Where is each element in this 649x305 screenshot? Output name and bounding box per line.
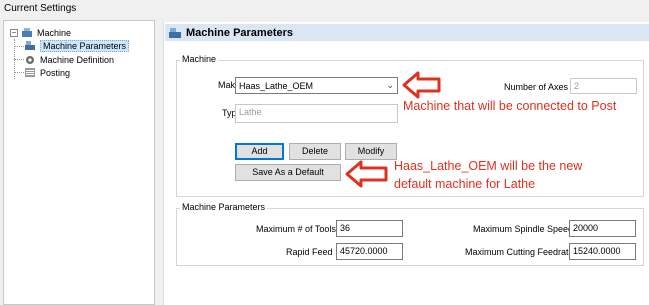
type-field[interactable]: Lathe [235,104,398,123]
annotation-default-note-line2: default machine for Lathe [394,177,536,191]
panel-header: Machine Parameters [165,24,649,41]
tree-item-label: Machine Parameters [40,39,130,52]
chevron-down-icon[interactable]: ⌄ [386,80,394,91]
collapse-icon[interactable]: − [10,28,18,37]
make-value: Haas_Lathe_OEM [239,80,314,91]
settings-tree: − Machine Machine Parameters Machine Def… [3,20,155,305]
tree-item-machine-parameters[interactable]: Machine Parameters [24,39,130,52]
make-select[interactable]: Haas_Lathe_OEM ⌄ [235,77,398,94]
window-title: Current Settings [4,3,77,14]
tree-item-label: Machine Definition [40,54,115,65]
red-arrow-icon [402,71,441,99]
add-button[interactable]: Add [235,143,284,160]
rapid-feed-label: Rapid Feed [286,247,333,257]
tree-item-machine[interactable]: − Machine [10,26,71,39]
max-spindle-speed-field[interactable]: 20000 [569,220,636,237]
annotation-machine-note: Machine that will be connected to Post [403,99,617,113]
machine-parameters-group-title: Machine Parameters [180,202,268,212]
machine-icon [22,28,32,37]
axes-field[interactable]: 2 [570,78,637,94]
tree-item-label: Machine [37,27,72,38]
panel-title: Machine Parameters [186,26,293,39]
save-as-default-button[interactable]: Save As a Default [235,164,341,181]
red-arrow-icon [345,160,388,188]
machine-parameters-icon [169,27,181,38]
delete-button[interactable]: Delete [289,143,341,160]
max-tools-label: Maximum # of Tools [256,224,336,234]
axes-label: Number of Axes [504,82,569,92]
tree-item-machine-definition[interactable]: Machine Definition [24,53,114,66]
tree-item-label: Posting [40,67,71,78]
max-cutting-feedrate-label: Maximum Cutting Feedrate [465,247,574,257]
modify-button[interactable]: Modify [345,143,397,160]
machine-definition-icon [26,56,34,64]
annotation-default-note-line1: Haas_Lathe_OEM will be the new [394,159,583,173]
posting-icon [25,68,35,77]
rapid-feed-field[interactable]: 45720.0000 [336,243,403,260]
max-spindle-speed-label: Maximum Spindle Speed [473,224,574,234]
max-tools-field[interactable]: 36 [336,220,403,237]
tree-item-posting[interactable]: Posting [24,66,70,79]
machine-parameters-icon [25,41,35,50]
max-cutting-feedrate-field[interactable]: 15240.0000 [569,243,636,260]
machine-group-title: Machine [180,54,219,64]
